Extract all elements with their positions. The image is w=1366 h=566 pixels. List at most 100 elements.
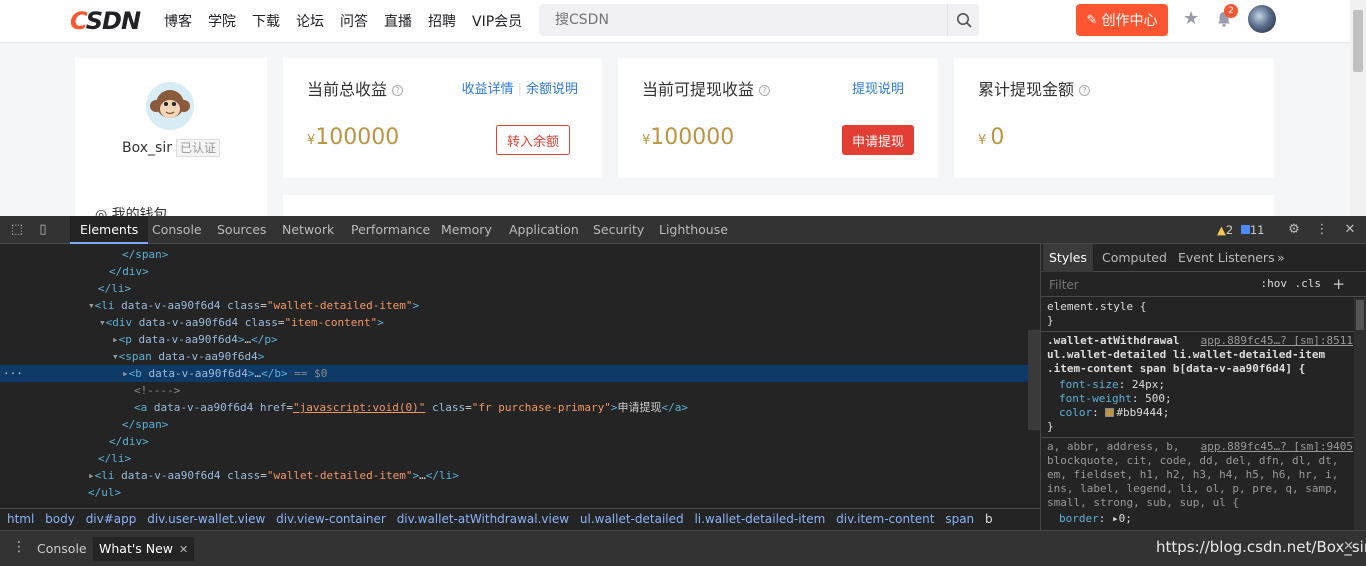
close-devtools-icon[interactable]: ✕ (1342, 222, 1358, 238)
question-icon[interactable]: ? (392, 85, 404, 96)
dom-node-b-selected[interactable]: ··· ▸<b data-v-aa90f6d4>…</b> == $0 (0, 365, 1028, 382)
dom-node[interactable]: </span> (0, 246, 1028, 263)
css-rule-selector[interactable]: em, fieldset, h1, h2, h3, h4, h5, h6, hr… (1047, 468, 1353, 482)
inspect-element-icon[interactable]: ⬚ (9, 222, 25, 238)
dom-node[interactable]: </div> (0, 433, 1028, 450)
watermark-url: https://blog.csdn.net/Box_sir (1156, 538, 1366, 556)
class-toggle[interactable]: .cls (1295, 277, 1322, 290)
breadcrumb-item[interactable]: div.wallet-atWithdrawal.view (397, 512, 569, 526)
dom-node-span[interactable]: ▾<span data-v-aa90f6d4> (0, 348, 1028, 365)
css-rule-selector[interactable]: ul.wallet-detailed li.wallet-detailed-it… (1047, 348, 1353, 362)
dom-node-li[interactable]: ▾<li data-v-aa90f6d4 class="wallet-detai… (0, 297, 1028, 314)
close-tab-icon[interactable]: ✕ (179, 543, 188, 556)
nav-item-download[interactable]: 下载 (252, 11, 280, 31)
rule-selector: .wallet-atWithdrawal (1047, 334, 1180, 347)
css-property[interactable]: font-size: 24px; (1047, 378, 1353, 392)
dom-node-div[interactable]: ▾<div data-v-aa90f6d4 class="item-conten… (0, 314, 1028, 331)
nav-item-forum[interactable]: 论坛 (296, 11, 324, 31)
dom-node-a[interactable]: <a data-v-aa90f6d4 href="javascript:void… (0, 399, 1028, 416)
menu-item-my-wallet[interactable]: ◎ 我的钱包 (95, 204, 168, 216)
breadcrumb-item-current[interactable]: b (985, 512, 993, 526)
nav-item-jobs[interactable]: 招聘 (428, 11, 456, 31)
transfer-to-balance-button[interactable]: 转入余额 (495, 125, 570, 155)
page-scrollbar[interactable] (1350, 0, 1366, 216)
breadcrumb-item[interactable]: div.user-wallet.view (147, 512, 265, 526)
dom-node[interactable]: </span> (0, 416, 1028, 433)
css-rule-selector[interactable]: small, strong, sub, sup, ul { (1047, 496, 1353, 510)
create-center-button[interactable]: ✎ 创作中心 (1076, 4, 1168, 36)
dom-line-text: </span> (122, 418, 169, 431)
tab-network[interactable]: Network (272, 216, 344, 244)
breadcrumb-item[interactable]: li.wallet-detailed-item (694, 512, 825, 526)
tab-lighthouse[interactable]: Lighthouse (649, 216, 738, 244)
nav-item-academy[interactable]: 学院 (208, 11, 236, 31)
hover-state-toggle[interactable]: :hov (1261, 277, 1288, 290)
breadcrumb-item[interactable]: div#app (86, 512, 137, 526)
search-button[interactable] (947, 4, 979, 36)
rule-source-link[interactable]: app.889fc45…? [sm]:8511 (1201, 334, 1353, 348)
css-rule-selector[interactable]: a, abbr, address, b, app.889fc45…? [sm]:9… (1047, 440, 1353, 454)
dom-node[interactable]: </li> (0, 450, 1028, 467)
css-rule-selector[interactable]: .wallet-atWithdrawal app.889fc45…? [sm]:8… (1047, 334, 1353, 348)
css-rule-selector[interactable]: .item-content span b[data-v-aa90f6d4] { (1047, 362, 1353, 376)
css-property[interactable]: color: #bb9444; (1047, 406, 1353, 420)
tab-performance[interactable]: Performance (341, 216, 440, 244)
dom-node-li[interactable]: ▸<li data-v-aa90f6d4 class="wallet-detai… (0, 467, 1028, 484)
dom-node[interactable]: </div> (0, 263, 1028, 280)
tab-sources[interactable]: Sources (207, 216, 276, 244)
search-input[interactable] (539, 4, 947, 36)
tab-computed[interactable]: Computed (1096, 244, 1173, 272)
color-swatch[interactable] (1105, 408, 1115, 417)
earnings-detail-link[interactable]: 收益详情 (462, 82, 514, 97)
issues-counter[interactable]: ▲2 11 (1217, 223, 1264, 237)
drawer-tab-console[interactable]: Console (31, 537, 93, 561)
element-style-rule[interactable]: element.style { (1047, 300, 1353, 314)
nav-item-qa[interactable]: 问答 (340, 11, 368, 31)
dom-node-comment[interactable]: <!----> (0, 382, 1028, 399)
tab-security[interactable]: Security (583, 216, 654, 244)
dom-href-link[interactable]: "javascript:void(0)" (293, 401, 425, 414)
styles-filter-input[interactable] (1045, 276, 1241, 294)
nav-item-live[interactable]: 直播 (384, 11, 412, 31)
tab-event-listeners[interactable]: Event Listeners (1172, 244, 1281, 272)
device-toolbar-icon[interactable]: ▯ (35, 222, 51, 238)
tab-memory[interactable]: Memory (431, 216, 502, 244)
tab-application[interactable]: Application (499, 216, 589, 244)
nav-item-blog[interactable]: 博客 (164, 11, 192, 31)
apply-withdrawal-button[interactable]: 申请提现 (841, 125, 914, 155)
tab-elements[interactable]: Elements (70, 216, 149, 244)
css-rule-selector[interactable]: blockquote, cit, code, dd, del, dfn, dl,… (1047, 454, 1353, 468)
rule-source-link[interactable]: app.889fc45…? [sm]:9405 (1201, 440, 1353, 454)
dom-node-p[interactable]: ▸<p data-v-aa90f6d4>…</p> (0, 331, 1028, 348)
nav-item-vip[interactable]: VIP会员 (472, 11, 522, 31)
more-options-icon[interactable]: ⋮ (1314, 222, 1330, 238)
more-tabs-icon[interactable]: » (1271, 244, 1291, 272)
tab-styles[interactable]: Styles (1043, 244, 1093, 272)
breadcrumb-item[interactable]: span (945, 512, 974, 526)
dom-node[interactable]: </ul> (0, 484, 1028, 501)
question-icon[interactable]: ? (759, 85, 771, 96)
user-avatar[interactable] (1248, 5, 1276, 33)
drawer-tab-whats-new[interactable]: What's New ✕ (93, 537, 195, 561)
csdn-logo[interactable]: CSDN (70, 7, 141, 35)
balance-explanation-link[interactable]: 余额说明 (526, 82, 578, 97)
breadcrumb-item[interactable]: html (7, 512, 34, 526)
dom-node[interactable]: </li> (0, 280, 1028, 297)
breadcrumb-item[interactable]: div.item-content (836, 512, 934, 526)
breadcrumb-item[interactable]: body (45, 512, 75, 526)
breadcrumb-item[interactable]: div.view-container (276, 512, 386, 526)
withdrawal-explanation-link[interactable]: 提现说明 (852, 82, 904, 97)
drawer-menu-icon[interactable]: ⋮ (12, 539, 26, 555)
css-property[interactable]: font-weight: 500; (1047, 392, 1353, 406)
star-icon[interactable]: ★ (1183, 10, 1201, 28)
question-icon[interactable]: ? (1079, 85, 1091, 96)
css-property[interactable]: border: ▸0; (1047, 512, 1353, 526)
breadcrumb-item[interactable]: ul.wallet-detailed (580, 512, 684, 526)
dom-text-node: 申请提现 (617, 401, 662, 414)
tab-console[interactable]: Console (142, 216, 212, 244)
settings-gear-icon[interactable]: ⚙ (1286, 222, 1302, 238)
dom-scrollbar[interactable] (1028, 330, 1040, 430)
css-rule-selector[interactable]: ins, label, legend, li, ol, p, pre, q, s… (1047, 482, 1353, 496)
add-rule-icon[interactable]: + (1332, 275, 1345, 293)
styles-scrollbar[interactable] (1354, 298, 1366, 530)
